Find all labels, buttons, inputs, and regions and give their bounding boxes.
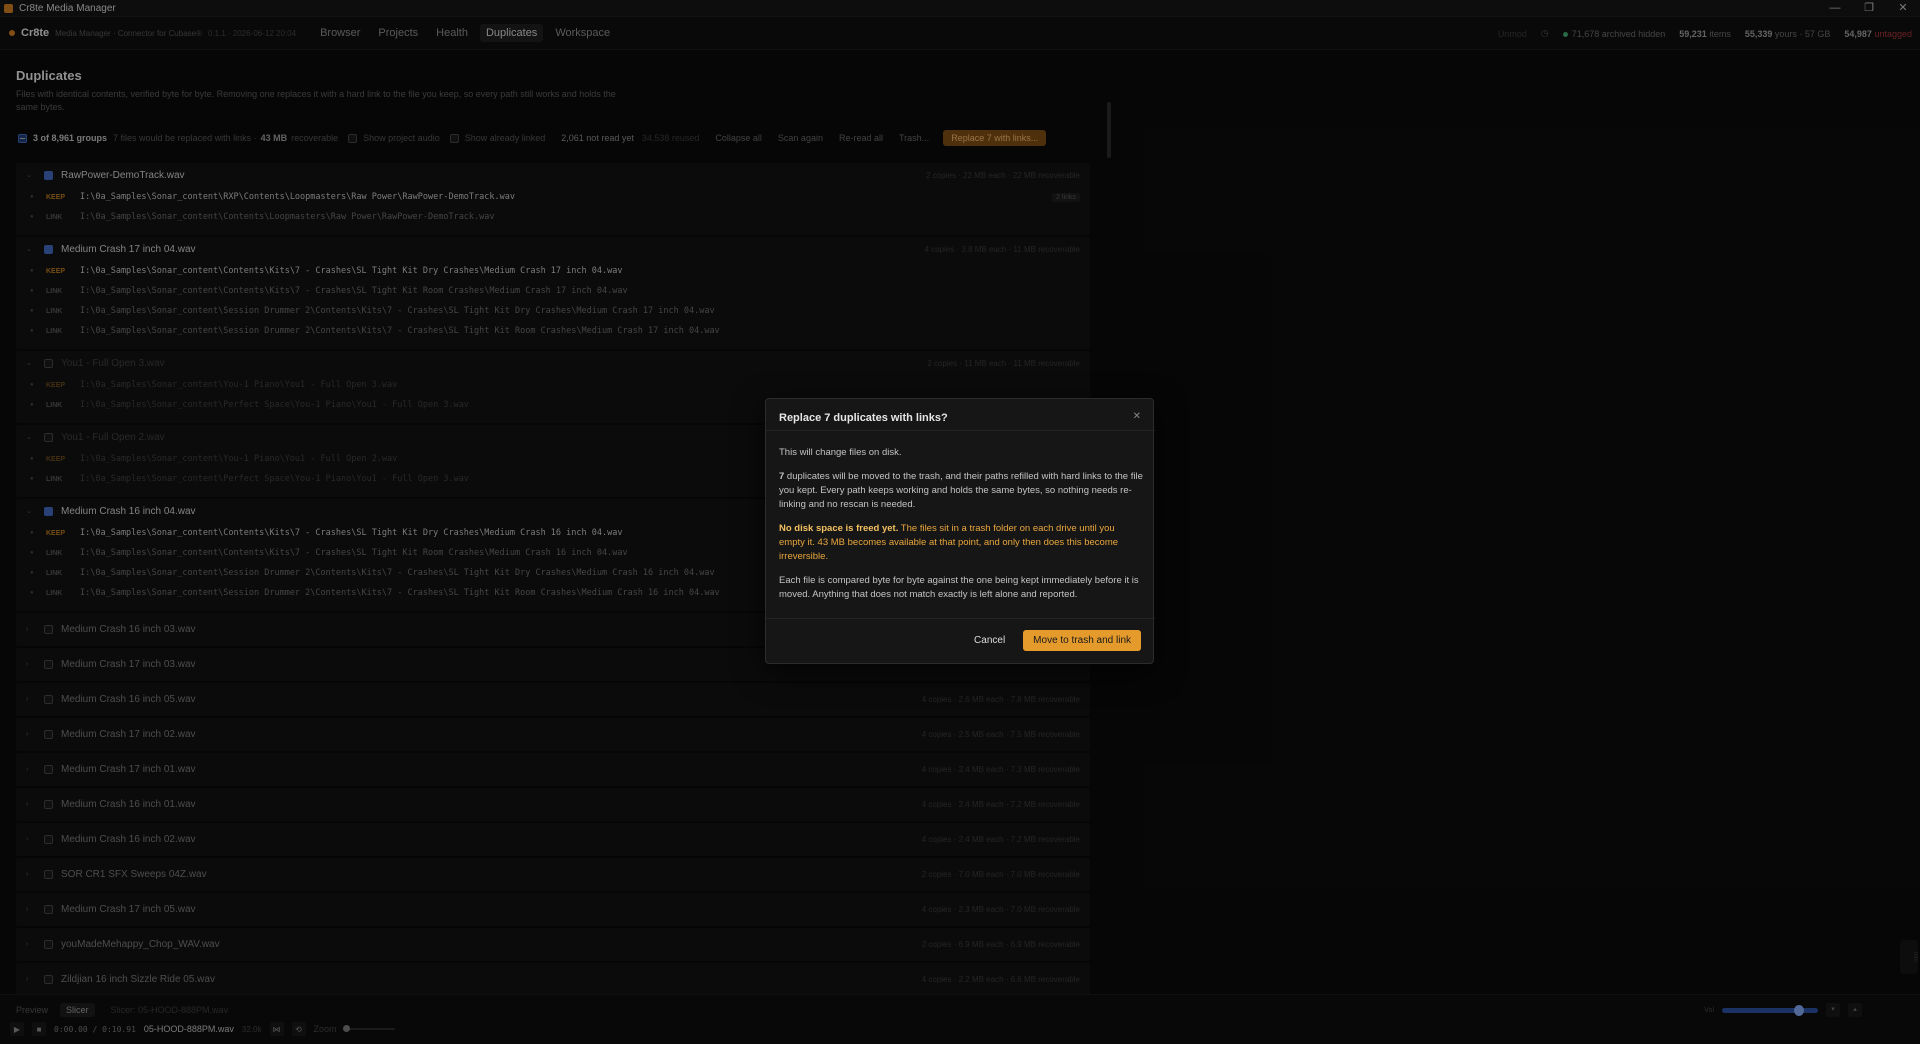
dialog-warning: No disk space is freed yet. The files si… bbox=[779, 523, 1119, 562]
dialog-intro: This will change files on disk. bbox=[779, 447, 902, 458]
divider bbox=[766, 618, 1155, 619]
cancel-button[interactable]: Cancel bbox=[968, 631, 1011, 650]
move-to-trash-and-link-button[interactable]: Move to trash and link bbox=[1023, 630, 1141, 651]
divider bbox=[766, 430, 1155, 431]
dialog-title: Replace 7 duplicates with links? bbox=[779, 412, 948, 424]
dialog-body: This will change files on disk. 7 duplic… bbox=[779, 446, 1143, 612]
close-icon[interactable]: ✕ bbox=[1133, 411, 1141, 422]
replace-confirm-dialog: Replace 7 duplicates with links? ✕ This … bbox=[765, 398, 1155, 664]
dialog-explanation: 7 duplicates will be moved to the trash,… bbox=[779, 471, 1143, 510]
dialog-verification-note: Each file is compared byte for byte agai… bbox=[779, 575, 1139, 600]
